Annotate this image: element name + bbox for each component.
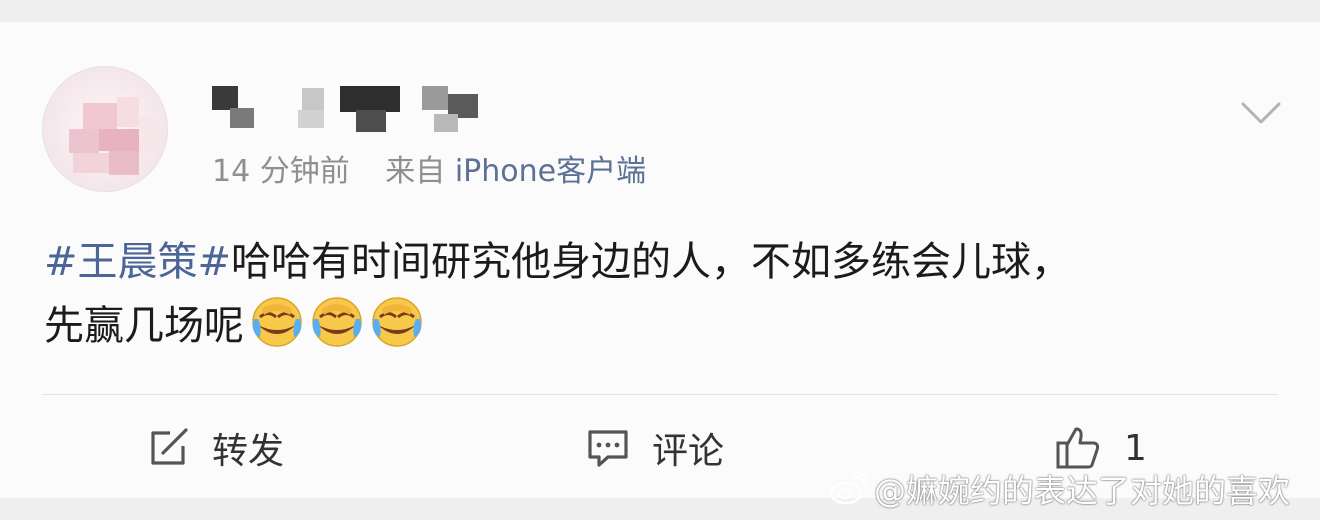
chevron-down-icon[interactable]: [1240, 100, 1282, 126]
laughing-crying-emoji: [312, 297, 362, 347]
comment-label: 评论: [652, 431, 725, 472]
weibo-watermark: @嫲婉约的表达了对她的喜欢: [828, 466, 1290, 512]
laughing-crying-emoji: [372, 297, 422, 347]
like-count: 1: [1124, 427, 1147, 469]
source-prefix: 来自: [385, 154, 446, 189]
weibo-logo-icon: [829, 472, 868, 505]
post-text-2: 先赢几场呢: [44, 303, 244, 349]
post-body: #王晨策#哈哈有时间研究他身边的人，不如多练会儿球， 先赢几场呢: [44, 230, 1284, 358]
post-line-1: #王晨策#哈哈有时间研究他身边的人，不如多练会儿球，: [44, 230, 1284, 294]
hashtag-link[interactable]: #王晨策#: [44, 239, 231, 285]
comment-icon: [588, 430, 628, 467]
post-time: 14 分钟前: [212, 154, 350, 189]
comment-button[interactable]: 评论: [586, 420, 724, 476]
laughing-crying-emoji: [252, 297, 302, 347]
post-meta: 14 分钟前 来自 iPhone客户端: [212, 146, 646, 190]
username-pixelated[interactable]: [208, 80, 508, 134]
thumbs-up-icon: [1056, 427, 1100, 469]
divider: [42, 394, 1278, 395]
post-line-2: 先赢几场呢: [44, 294, 1284, 358]
source-client[interactable]: iPhone客户端: [455, 154, 646, 189]
avatar[interactable]: [42, 66, 168, 192]
post-card: 14 分钟前 来自 iPhone客户端 #王晨策#哈哈有时间研究他身边的人，不如…: [0, 22, 1320, 498]
post-text-1: 哈哈有时间研究他身边的人，不如多练会儿球，: [231, 239, 1072, 285]
repost-icon: [151, 428, 188, 465]
watermark-text: @嫲婉约的表达了对她的喜欢: [874, 472, 1291, 510]
repost-label: 转发: [212, 431, 285, 472]
repost-button[interactable]: 转发: [148, 420, 284, 476]
